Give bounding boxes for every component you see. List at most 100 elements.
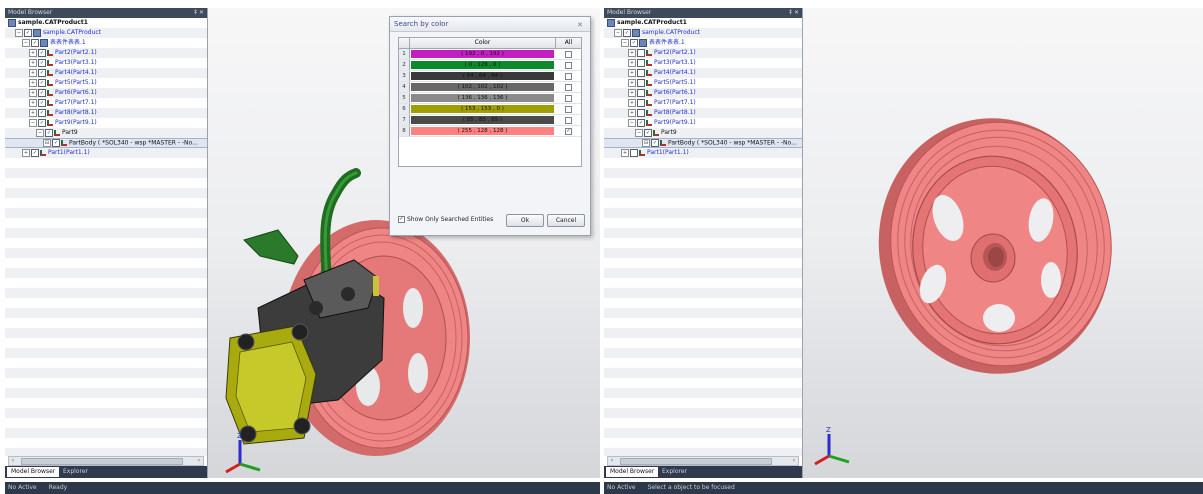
tree-item[interactable]: − ✓ sample.CATProduct bbox=[5, 28, 207, 38]
collapse-icon[interactable]: ⊟ bbox=[642, 139, 650, 147]
scroll-thumb[interactable] bbox=[620, 458, 772, 465]
dialog-close-icon[interactable]: ✕ bbox=[574, 18, 586, 32]
color-select-checkbox[interactable] bbox=[565, 84, 572, 91]
visibility-checkbox[interactable] bbox=[637, 58, 645, 67]
collapse-icon[interactable]: ⊟ bbox=[43, 139, 51, 147]
visibility-checkbox[interactable]: ✓ bbox=[38, 68, 46, 77]
visibility-checkbox[interactable]: ✓ bbox=[31, 38, 39, 47]
color-row[interactable]: 2( 0 , 128 , 0 ) bbox=[399, 60, 581, 71]
collapse-icon[interactable]: − bbox=[621, 38, 629, 47]
collapse-icon[interactable]: − bbox=[635, 128, 643, 137]
collapse-icon[interactable]: − bbox=[22, 38, 30, 47]
color-row[interactable]: 8( 255 , 128 , 128 ) ✓ bbox=[399, 126, 581, 137]
tree-item[interactable]: − ✓ 表表件表表.1 bbox=[5, 38, 207, 48]
cancel-button[interactable]: Cancel bbox=[547, 214, 585, 227]
tree-item[interactable]: + Part6(Part6.1) bbox=[604, 88, 802, 98]
ok-button[interactable]: Ok bbox=[506, 214, 544, 227]
expand-icon[interactable]: + bbox=[29, 108, 37, 117]
expand-icon[interactable]: + bbox=[628, 58, 636, 67]
expand-icon[interactable]: + bbox=[29, 48, 37, 57]
visibility-checkbox[interactable] bbox=[637, 48, 645, 57]
collapse-icon[interactable]: − bbox=[36, 128, 44, 137]
tree-item[interactable]: + ✓ Part2(Part2.1) bbox=[5, 48, 207, 58]
expand-icon[interactable]: + bbox=[22, 148, 30, 157]
tree-item[interactable]: + ✓ Part3(Part3.1) bbox=[5, 58, 207, 68]
scroll-left-icon[interactable]: ‹ bbox=[9, 457, 17, 465]
color-select-checkbox[interactable] bbox=[565, 51, 572, 58]
color-swatch[interactable]: ( 102 , 102 , 102 ) bbox=[411, 83, 554, 91]
color-row[interactable]: 3( 64 , 64 , 64 ) bbox=[399, 71, 581, 82]
color-row[interactable]: 7( 85 , 85 , 85 ) bbox=[399, 115, 581, 126]
visibility-checkbox[interactable]: ✓ bbox=[38, 118, 46, 127]
show-only-option[interactable]: ✓ Show Only Searched Entities bbox=[398, 216, 493, 224]
collapse-icon[interactable]: − bbox=[614, 28, 622, 37]
expand-icon[interactable]: + bbox=[621, 148, 629, 157]
color-row[interactable]: 1( 192 , 0 , 192 ) bbox=[399, 49, 581, 60]
color-swatch[interactable]: ( 64 , 64 , 64 ) bbox=[411, 72, 554, 80]
3d-viewport[interactable]: Z bbox=[803, 8, 1203, 478]
tree-item[interactable]: + Part1(Part1.1) bbox=[604, 148, 802, 158]
visibility-checkbox[interactable]: ✓ bbox=[644, 128, 652, 137]
expand-icon[interactable]: + bbox=[628, 98, 636, 107]
tab-explorer[interactable]: Explorer bbox=[658, 467, 691, 477]
tree-item[interactable]: − ✓ 表表件表表.1 bbox=[604, 38, 802, 48]
expand-icon[interactable]: + bbox=[628, 78, 636, 87]
pin-close-icon[interactable]: ‡ ✕ bbox=[789, 8, 799, 18]
color-select-checkbox[interactable] bbox=[565, 117, 572, 124]
tree-item[interactable]: + ✓ Part6(Part6.1) bbox=[5, 88, 207, 98]
tree-item[interactable]: ⊟ ✓ PartBody ( *SOL340 - wsp *MASTER - -No… bbox=[5, 138, 207, 148]
horizontal-scrollbar[interactable]: ‹ › bbox=[607, 456, 799, 466]
tree-item[interactable]: sample.CATProduct1 bbox=[5, 18, 207, 28]
expand-icon[interactable]: + bbox=[628, 108, 636, 117]
color-row[interactable]: 6( 153 , 153 , 0 ) bbox=[399, 104, 581, 115]
color-swatch[interactable]: ( 192 , 0 , 192 ) bbox=[411, 50, 554, 58]
visibility-checkbox[interactable]: ✓ bbox=[623, 28, 631, 37]
visibility-checkbox[interactable]: ✓ bbox=[38, 88, 46, 97]
tree-item[interactable]: + Part4(Part4.1) bbox=[604, 68, 802, 78]
color-select-checkbox[interactable] bbox=[565, 106, 572, 113]
expand-icon[interactable]: + bbox=[29, 88, 37, 97]
visibility-checkbox[interactable]: ✓ bbox=[52, 139, 60, 147]
horizontal-scrollbar[interactable]: ‹ › bbox=[8, 456, 204, 466]
tree-item[interactable]: − ✓ Part9(Part9.1) bbox=[5, 118, 207, 128]
visibility-checkbox[interactable]: ✓ bbox=[38, 58, 46, 67]
expand-icon[interactable]: + bbox=[628, 48, 636, 57]
tree-item[interactable]: + ✓ Part4(Part4.1) bbox=[5, 68, 207, 78]
pin-close-icon[interactable]: ‡ ✕ bbox=[194, 8, 204, 18]
color-swatch[interactable]: ( 153 , 153 , 0 ) bbox=[411, 105, 554, 113]
expand-icon[interactable]: + bbox=[29, 98, 37, 107]
visibility-checkbox[interactable]: ✓ bbox=[31, 148, 39, 157]
visibility-checkbox[interactable]: ✓ bbox=[38, 78, 46, 87]
scroll-right-icon[interactable]: › bbox=[195, 457, 203, 465]
visibility-checkbox[interactable]: ✓ bbox=[38, 108, 46, 117]
tree-item[interactable]: + ✓ Part5(Part5.1) bbox=[5, 78, 207, 88]
visibility-checkbox[interactable] bbox=[637, 98, 645, 107]
tree-item[interactable]: + Part5(Part5.1) bbox=[604, 78, 802, 88]
tree-item[interactable]: − ✓ Part9 bbox=[5, 128, 207, 138]
visibility-checkbox[interactable]: ✓ bbox=[630, 38, 638, 47]
tree-item[interactable]: + ✓ Part7(Part7.1) bbox=[5, 98, 207, 108]
tab-explorer[interactable]: Explorer bbox=[59, 467, 92, 477]
scroll-left-icon[interactable]: ‹ bbox=[608, 457, 616, 465]
visibility-checkbox[interactable] bbox=[637, 108, 645, 117]
color-select-checkbox[interactable] bbox=[565, 62, 572, 69]
color-swatch[interactable]: ( 85 , 85 , 85 ) bbox=[411, 116, 554, 124]
expand-icon[interactable]: + bbox=[628, 88, 636, 97]
color-swatch[interactable]: ( 136 , 136 , 136 ) bbox=[411, 94, 554, 102]
color-swatch[interactable]: ( 255 , 128 , 128 ) bbox=[411, 127, 554, 135]
visibility-checkbox[interactable]: ✓ bbox=[637, 118, 645, 127]
tree-item[interactable]: − ✓ sample.CATProduct bbox=[604, 28, 802, 38]
collapse-icon[interactable]: − bbox=[628, 118, 636, 127]
tree-item[interactable]: − ✓ Part9(Part9.1) bbox=[604, 118, 802, 128]
tab-model-browser[interactable]: Model Browser bbox=[606, 467, 659, 477]
color-row[interactable]: 5( 136 , 136 , 136 ) bbox=[399, 93, 581, 104]
visibility-checkbox[interactable]: ✓ bbox=[651, 139, 659, 147]
visibility-checkbox[interactable]: ✓ bbox=[24, 28, 32, 37]
tree-item[interactable]: + Part2(Part2.1) bbox=[604, 48, 802, 58]
scroll-right-icon[interactable]: › bbox=[790, 457, 798, 465]
expand-icon[interactable]: + bbox=[29, 58, 37, 67]
tree-item[interactable]: ⊟ ✓ PartBody ( *SOL340 - wsp *MASTER - -No… bbox=[604, 138, 802, 148]
color-swatch[interactable]: ( 0 , 128 , 0 ) bbox=[411, 61, 554, 69]
pulley-part[interactable] bbox=[862, 103, 1127, 389]
collapse-icon[interactable]: − bbox=[15, 28, 23, 37]
